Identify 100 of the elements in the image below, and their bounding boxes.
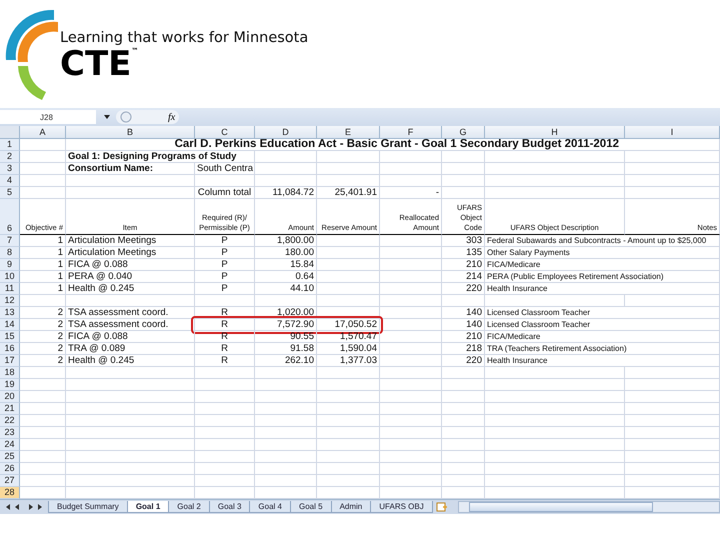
row-header[interactable]: 8 xyxy=(0,247,20,259)
function-button[interactable]: fx xyxy=(168,112,176,122)
row-header[interactable]: 25 xyxy=(0,451,20,463)
row-header[interactable]: 10 xyxy=(0,271,20,283)
table-cell: 44.10 xyxy=(255,283,317,295)
sheet-navigation-icon[interactable] xyxy=(4,503,44,511)
table-cell: P xyxy=(195,247,255,259)
empty-cell xyxy=(195,415,255,427)
row-header[interactable]: 15 xyxy=(0,331,20,343)
row-header[interactable]: 3 xyxy=(0,163,20,175)
row-header[interactable]: 6 xyxy=(0,199,20,235)
empty-cell xyxy=(442,187,485,199)
sheet-tab[interactable]: Goal 5 xyxy=(290,501,332,513)
row-header[interactable]: 20 xyxy=(0,391,20,403)
table-cell: 1 xyxy=(20,247,66,259)
sheet-tab[interactable]: Goal 2 xyxy=(168,501,210,513)
row-header[interactable]: 2 xyxy=(0,151,20,163)
sheet-tab[interactable]: Admin xyxy=(330,501,372,513)
table-cell: Consortium Name: xyxy=(66,163,195,175)
row-header[interactable]: 28 xyxy=(0,487,20,499)
table-cell: 1,377.03 xyxy=(317,355,380,367)
empty-cell xyxy=(317,271,380,283)
column-header[interactable]: F xyxy=(380,126,442,139)
table-cell: P xyxy=(195,235,255,247)
sheet-tab[interactable]: Goal 1 xyxy=(126,501,170,513)
empty-cell xyxy=(317,403,380,415)
empty-cell xyxy=(317,415,380,427)
empty-cell xyxy=(255,295,317,307)
table-cell: PERA (Public Employees Retirement Association) xyxy=(485,271,720,283)
empty-cell xyxy=(380,379,442,391)
row-header[interactable]: 9 xyxy=(0,259,20,271)
empty-cell xyxy=(195,379,255,391)
table-cell: 1,590.04 xyxy=(317,343,380,355)
row-header[interactable]: 24 xyxy=(0,439,20,451)
empty-cell xyxy=(380,307,442,319)
table-cell: TSA assessment coord. xyxy=(66,307,195,319)
empty-cell xyxy=(442,391,485,403)
column-header[interactable]: H xyxy=(485,126,625,139)
horizontal-scrollbar[interactable] xyxy=(458,501,720,513)
row-header[interactable]: 16 xyxy=(0,343,20,355)
column-header[interactable]: G xyxy=(442,126,485,139)
row-header[interactable]: 18 xyxy=(0,367,20,379)
row-header[interactable]: 12 xyxy=(0,295,20,307)
row-header[interactable]: 21 xyxy=(0,403,20,415)
empty-cell xyxy=(380,343,442,355)
empty-cell xyxy=(380,247,442,259)
empty-cell xyxy=(317,247,380,259)
empty-cell xyxy=(380,283,442,295)
row-header[interactable]: 14 xyxy=(0,319,20,331)
table-cell: 218 xyxy=(442,343,485,355)
table-cell: 2 xyxy=(20,331,66,343)
column-header[interactable]: A xyxy=(20,126,66,139)
row-header[interactable]: 27 xyxy=(0,475,20,487)
table-cell: 1 xyxy=(20,259,66,271)
row-header[interactable]: 11 xyxy=(0,283,20,295)
empty-cell xyxy=(442,367,485,379)
empty-cell xyxy=(380,331,442,343)
empty-cell xyxy=(317,475,380,487)
row-header[interactable]: 26 xyxy=(0,463,20,475)
empty-cell xyxy=(317,151,380,163)
column-header[interactable]: D xyxy=(255,126,317,139)
empty-cell xyxy=(255,451,317,463)
name-box[interactable]: J28 xyxy=(0,110,96,124)
column-header[interactable]: C xyxy=(195,126,255,139)
row-header[interactable]: 22 xyxy=(0,415,20,427)
sheet-tab[interactable]: Goal 4 xyxy=(249,501,291,513)
row-header[interactable]: 19 xyxy=(0,379,20,391)
column-header[interactable]: E xyxy=(317,126,380,139)
table-cell: R xyxy=(195,319,255,331)
select-all-button[interactable] xyxy=(0,126,20,139)
row-header[interactable]: 17 xyxy=(0,355,20,367)
table-cell: 220 xyxy=(442,355,485,367)
table-cell: 1 xyxy=(20,271,66,283)
empty-cell xyxy=(317,163,380,175)
column-header[interactable]: B xyxy=(66,126,195,139)
empty-cell xyxy=(442,427,485,439)
sheet-tab[interactable]: UFARS OBJ xyxy=(370,501,433,513)
cancel-button-icon[interactable] xyxy=(120,111,132,123)
logo-tagline: Learning that works for Minnesota xyxy=(60,30,308,46)
table-cell: Column total xyxy=(195,187,255,199)
sheet-tab[interactable]: Budget Summary xyxy=(48,501,128,513)
row-header[interactable]: 7 xyxy=(0,235,20,247)
row-header[interactable]: 4 xyxy=(0,175,20,187)
empty-cell xyxy=(317,259,380,271)
empty-cell xyxy=(380,259,442,271)
table-cell: 90.55 xyxy=(255,331,317,343)
insert-sheet-icon[interactable] xyxy=(436,502,448,512)
table-cell: Health @ 0.245 xyxy=(66,355,195,367)
table-cell: Other Salary Payments xyxy=(485,247,720,259)
caret-icon[interactable] xyxy=(104,115,110,119)
row-header[interactable]: 13 xyxy=(0,307,20,319)
column-header[interactable]: I xyxy=(625,126,720,139)
table-cell: 1 xyxy=(20,283,66,295)
row-header[interactable]: 23 xyxy=(0,427,20,439)
row-header[interactable]: 1 xyxy=(0,139,20,151)
table-cell: P xyxy=(195,259,255,271)
row-header[interactable]: 5 xyxy=(0,187,20,199)
empty-cell xyxy=(317,283,380,295)
sheet-tab[interactable]: Goal 3 xyxy=(208,501,250,513)
empty-cell xyxy=(442,415,485,427)
